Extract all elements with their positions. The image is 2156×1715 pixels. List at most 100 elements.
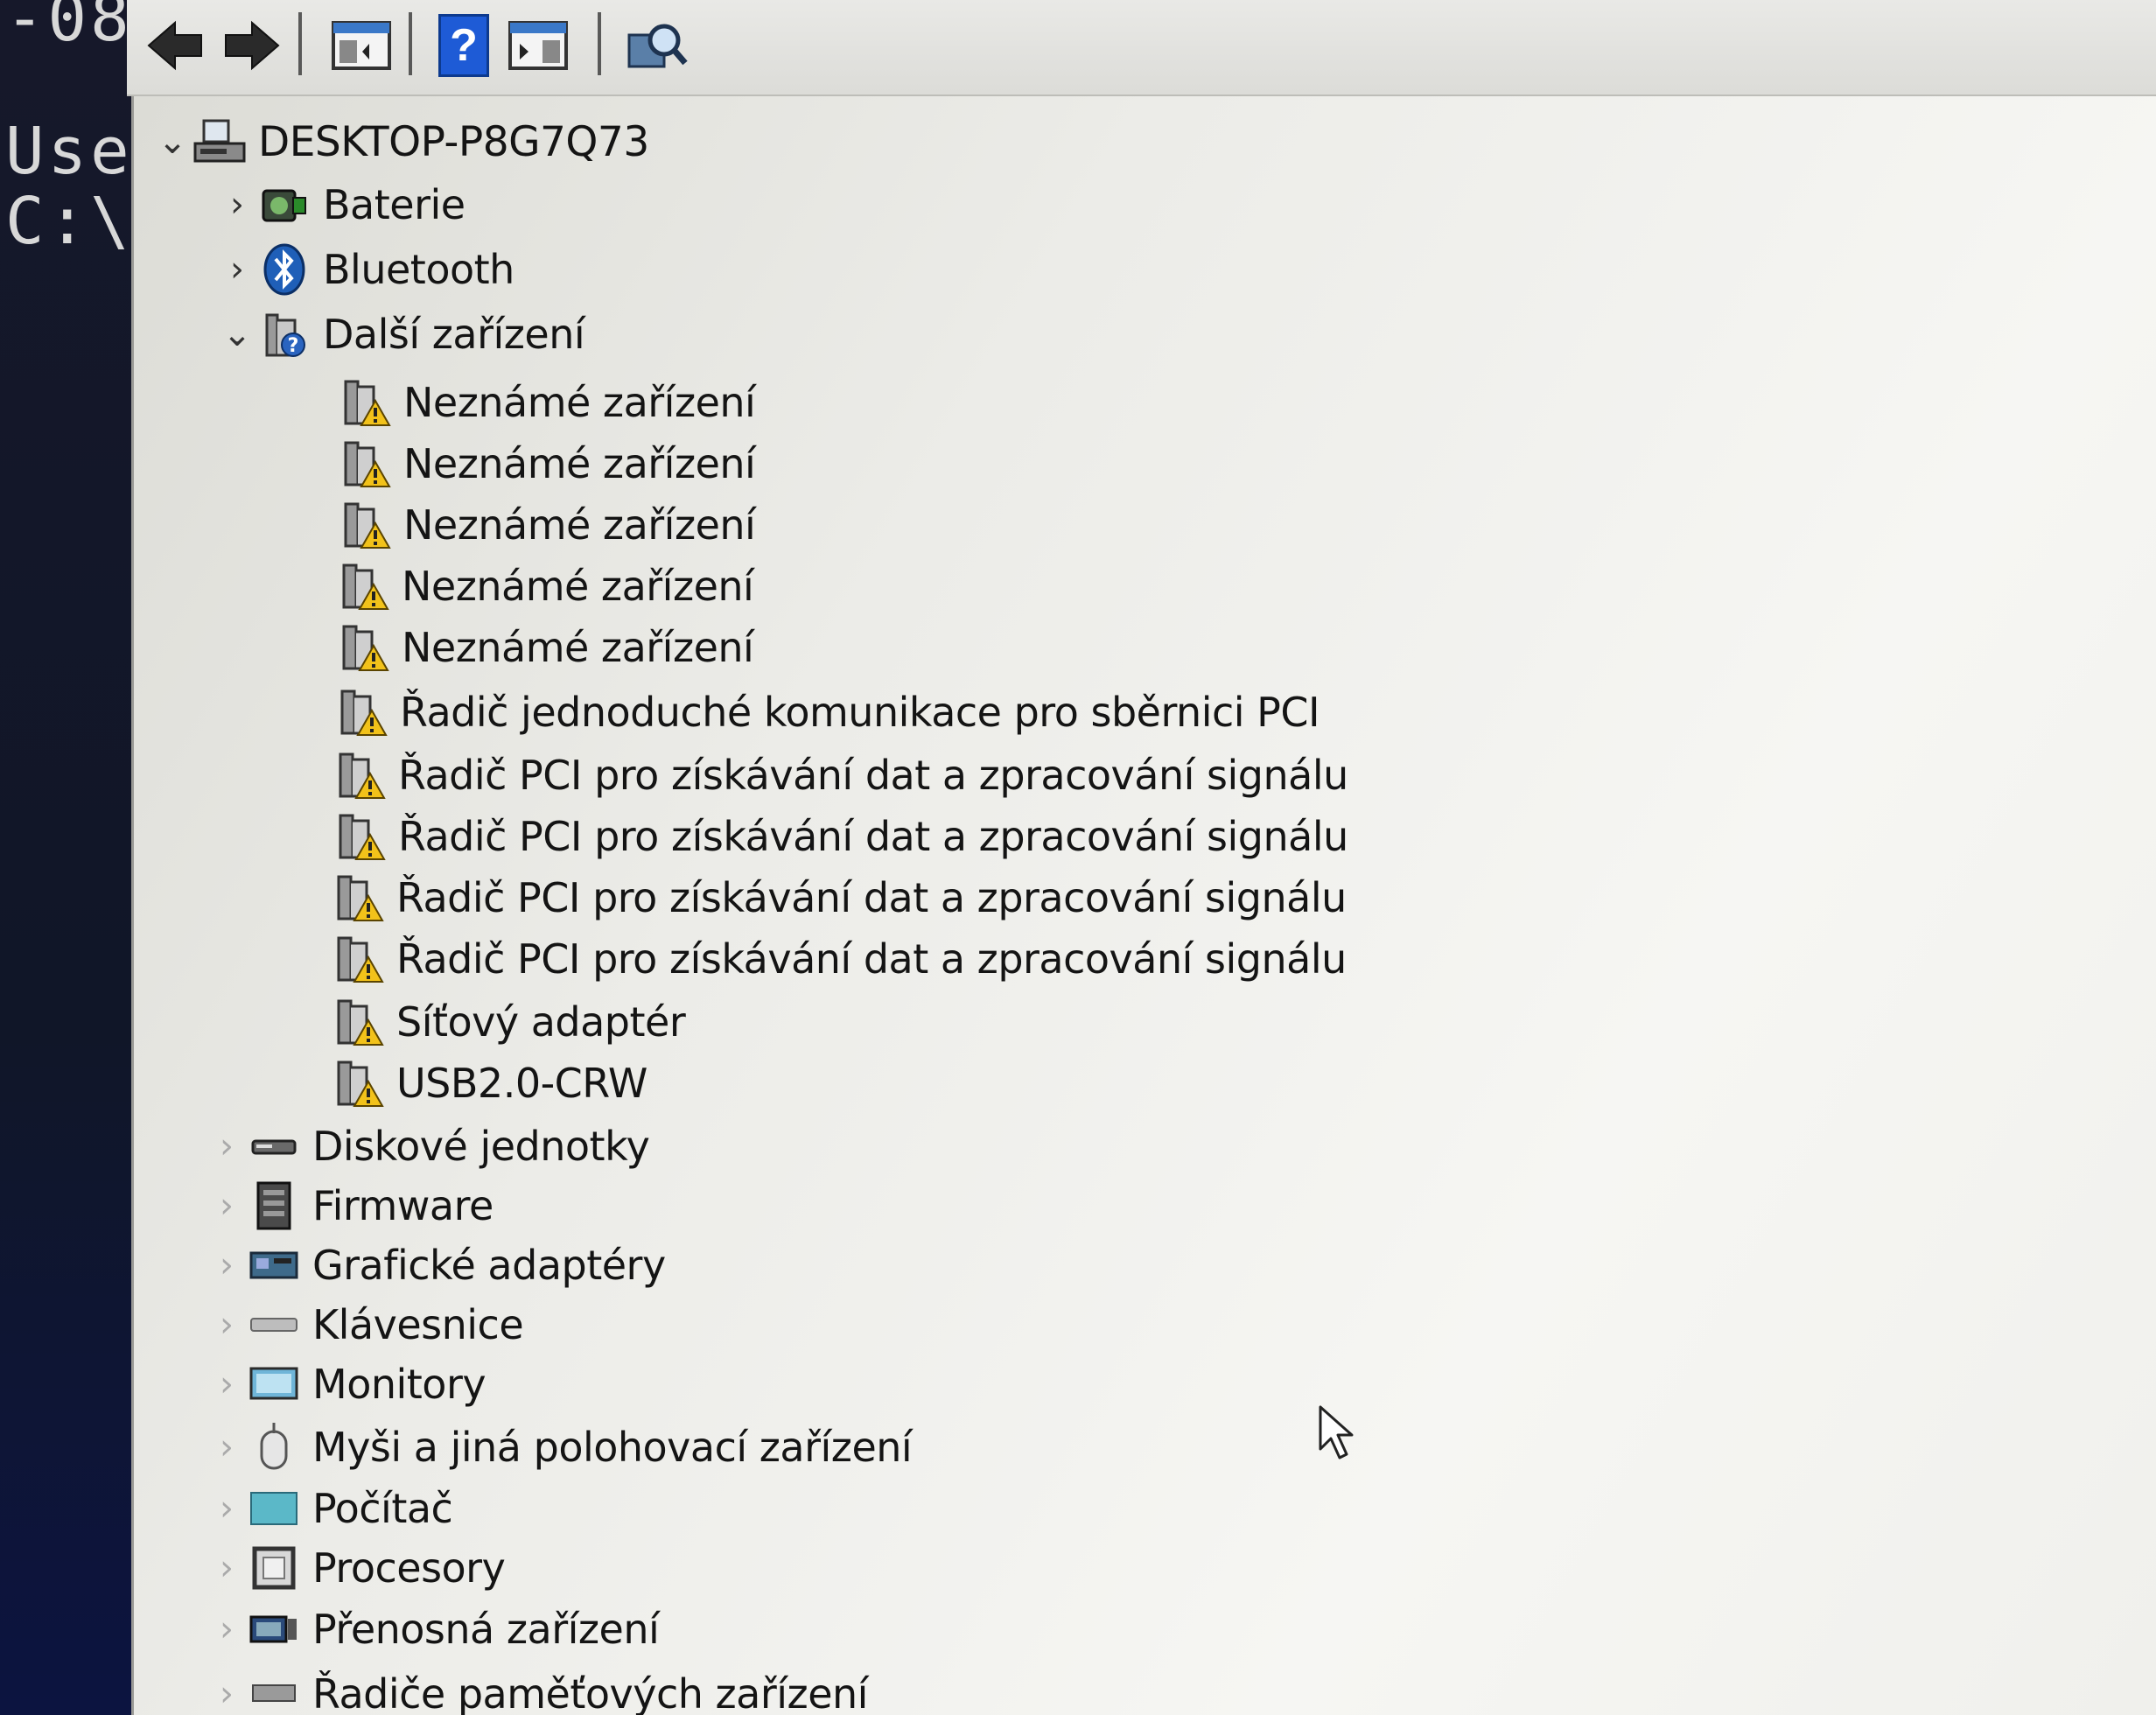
chevron-right-icon[interactable]: › xyxy=(218,177,256,233)
show-hide-action-pane-button[interactable] xyxy=(503,12,573,79)
category-label: Klávesnice xyxy=(312,1301,524,1348)
category-label: Počítač xyxy=(312,1485,453,1532)
firmware-icon xyxy=(246,1178,302,1234)
device-sitovy-adapter[interactable]: Síťový adaptér xyxy=(330,994,686,1050)
toolbar: ? xyxy=(127,0,2156,96)
device-radic-pci-3[interactable]: Řadič PCI pro získávání dat a zpracování… xyxy=(330,870,1347,926)
forward-button[interactable] xyxy=(218,12,284,79)
tree-category-graficke-adaptery[interactable]: › Grafické adaptéry xyxy=(207,1237,666,1293)
category-label: Procesory xyxy=(312,1544,506,1592)
battery-icon xyxy=(256,177,312,233)
root-label: DESKTOP-P8G7Q73 xyxy=(258,117,649,166)
tree-category-monitory[interactable]: › Monitory xyxy=(207,1356,486,1412)
device-label: Neznámé zařízení xyxy=(403,379,756,426)
tree-category-bluetooth[interactable]: › Bluetooth xyxy=(218,242,514,298)
chevron-down-icon[interactable]: ⌄ xyxy=(153,114,192,170)
device-neznamé-zarizeni-2[interactable]: Neznámé zařízení xyxy=(337,436,756,492)
chevron-right-icon[interactable]: › xyxy=(207,1666,246,1715)
warning-device-icon xyxy=(337,436,393,492)
device-label: Řadič PCI pro získávání dat a zpracování… xyxy=(396,935,1347,983)
tree-category-procesory[interactable]: › Procesory xyxy=(207,1540,506,1596)
tree-category-firmware[interactable]: › Firmware xyxy=(207,1178,494,1234)
category-label: Další zařízení xyxy=(323,311,585,358)
monitor-icon xyxy=(246,1356,302,1412)
scan-hardware-button[interactable] xyxy=(622,12,692,79)
tree-category-baterie[interactable]: › Baterie xyxy=(218,177,466,233)
display-adapter-icon xyxy=(246,1237,302,1293)
storage-controller-icon xyxy=(246,1666,302,1715)
device-radic-pci-4[interactable]: Řadič PCI pro získávání dat a zpracování… xyxy=(330,931,1347,987)
warning-device-icon xyxy=(330,994,386,1050)
warning-device-icon xyxy=(337,374,393,430)
device-radic-pci-1[interactable]: Řadič PCI pro získávání dat a zpracování… xyxy=(332,747,1348,803)
tree-category-dalsi-zarizeni[interactable]: ⌄ ? Další zařízení xyxy=(218,306,584,362)
toolbar-separator xyxy=(598,12,601,75)
tree-category-pocitac[interactable]: › Počítač xyxy=(207,1480,453,1536)
unknown-device-icon: ? xyxy=(256,306,312,362)
keyboard-icon xyxy=(246,1297,302,1353)
device-label: Řadič PCI pro získávání dat a zpracování… xyxy=(398,752,1348,799)
device-neznamé-zarizeni-3[interactable]: Neznámé zařízení xyxy=(337,497,756,553)
chevron-down-icon[interactable]: ⌄ xyxy=(218,306,256,362)
category-label: Monitory xyxy=(312,1361,486,1408)
tree-root-desktop[interactable]: ⌄ DESKTOP-P8G7Q73 xyxy=(153,114,649,170)
device-label: USB2.0-CRW xyxy=(396,1060,648,1107)
device-usb2-crw[interactable]: USB2.0-CRW xyxy=(330,1055,648,1111)
help-button[interactable]: ? xyxy=(433,12,494,79)
tree-category-radice-pametovych-zarizeni[interactable]: › Řadiče paměťových zařízení xyxy=(207,1666,868,1715)
help-icon: ? xyxy=(438,14,489,77)
disk-drive-icon xyxy=(246,1118,302,1174)
chevron-right-icon[interactable]: › xyxy=(207,1540,246,1596)
device-label: Řadič jednoduché komunikace pro sběrnici… xyxy=(400,689,1320,736)
device-neznamé-zarizeni-1[interactable]: Neznámé zařízení xyxy=(337,374,756,430)
computer-icon xyxy=(192,114,248,170)
bluetooth-icon xyxy=(256,242,312,298)
mouse-icon xyxy=(246,1419,302,1475)
device-neznamé-zarizeni-4[interactable]: Neznámé zařízení xyxy=(335,558,754,614)
chevron-right-icon[interactable]: › xyxy=(207,1118,246,1174)
portable-device-icon xyxy=(246,1601,302,1657)
toolbar-separator xyxy=(409,12,412,75)
device-label: Síťový adaptér xyxy=(396,998,686,1046)
back-button[interactable] xyxy=(143,12,209,79)
category-label: Přenosná zařízení xyxy=(312,1606,660,1653)
chevron-right-icon[interactable]: › xyxy=(207,1419,246,1475)
chevron-right-icon[interactable]: › xyxy=(218,242,256,298)
scan-hardware-icon xyxy=(627,24,688,68)
chevron-right-icon[interactable]: › xyxy=(207,1356,246,1412)
console-line-3: C:\ xyxy=(5,184,131,259)
device-label: Neznámé zařízení xyxy=(402,624,754,671)
category-label: Myši a jiná polohovací zařízení xyxy=(312,1424,913,1471)
console-line-2: Use xyxy=(5,114,131,189)
device-radic-pci-2[interactable]: Řadič PCI pro získávání dat a zpracování… xyxy=(332,808,1348,864)
tree-category-klavesnice[interactable]: › Klávesnice xyxy=(207,1297,524,1353)
warning-device-icon xyxy=(330,1055,386,1111)
toolbar-separator xyxy=(298,12,302,75)
arrow-left-icon xyxy=(147,20,202,71)
show-hide-console-tree-button[interactable] xyxy=(326,12,396,79)
action-pane-icon xyxy=(508,21,568,70)
device-label: Neznámé zařízení xyxy=(402,563,754,610)
warning-device-icon xyxy=(330,870,386,926)
warning-device-icon xyxy=(337,497,393,553)
chevron-right-icon[interactable]: › xyxy=(207,1178,246,1234)
warning-device-icon xyxy=(330,931,386,987)
tree-category-prenosna-zarizeni[interactable]: › Přenosná zařízení xyxy=(207,1601,660,1657)
arrow-right-icon xyxy=(225,20,280,71)
tree-category-diskove-jednotky[interactable]: › Diskové jednotky xyxy=(207,1118,650,1174)
device-neznamé-zarizeni-5[interactable]: Neznámé zařízení xyxy=(335,620,754,676)
device-tree: ⌄ DESKTOP-P8G7Q73 › Baterie › Bluetooth … xyxy=(131,96,2156,1715)
category-label: Diskové jednotky xyxy=(312,1123,650,1170)
chevron-right-icon[interactable]: › xyxy=(207,1480,246,1536)
warning-device-icon xyxy=(335,620,391,676)
chevron-right-icon[interactable]: › xyxy=(207,1297,246,1353)
tree-category-mysi[interactable]: › Myši a jiná polohovací zařízení xyxy=(207,1419,913,1475)
device-radic-jednoduche-komunikace[interactable]: Řadič jednoduché komunikace pro sběrnici… xyxy=(333,684,1320,740)
category-label: Grafické adaptéry xyxy=(312,1242,666,1289)
category-label: Firmware xyxy=(312,1182,494,1229)
chevron-right-icon[interactable]: › xyxy=(207,1601,246,1657)
chevron-right-icon[interactable]: › xyxy=(207,1237,246,1293)
warning-device-icon xyxy=(333,684,389,740)
svg-text:?: ? xyxy=(288,335,299,357)
console-window-background: -081 Use C:\ xyxy=(0,0,131,1715)
